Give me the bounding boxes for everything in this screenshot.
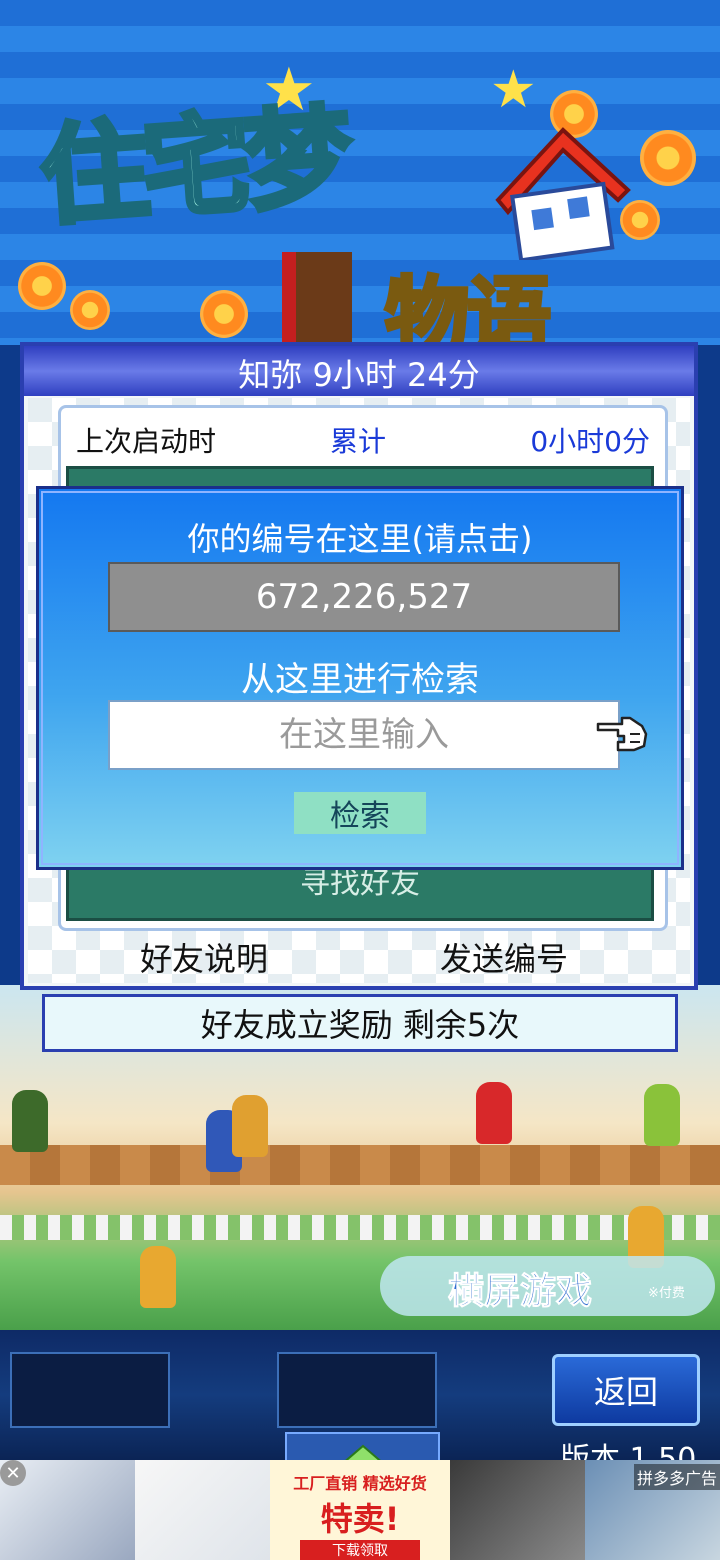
your-id-label: 你的编号在这里(请点击) <box>187 520 533 558</box>
ad-download-button[interactable]: 下载领取 <box>300 1540 420 1560</box>
search-button[interactable]: 检索 <box>294 792 426 834</box>
star-icon: ★ <box>490 60 537 120</box>
door-icon <box>282 252 352 347</box>
house-icon <box>495 127 631 260</box>
menu-slot-2[interactable] <box>277 1352 437 1428</box>
ad-headline: 工厂直销 精选好货 <box>293 1474 427 1493</box>
cumulative-label: 累计 <box>330 425 387 458</box>
last-launch-label: 上次启动时 <box>76 425 217 458</box>
flower-icon <box>70 290 110 330</box>
flower-icon <box>200 290 248 338</box>
user-id-box[interactable]: 672,226,527 <box>108 562 620 632</box>
search-input[interactable] <box>108 700 620 770</box>
cumulative-value: 0小时0分 <box>530 425 650 458</box>
resident-character <box>644 1084 680 1146</box>
game-title-logo: 住宅梦 <box>34 92 353 243</box>
dialog-title: 知弥 9小时 24分 <box>238 356 480 394</box>
ad-product-image[interactable] <box>450 1460 585 1560</box>
landscape-mode-label: 横屏游戏 <box>447 1271 593 1313</box>
friend-reward-bar: 好友成立奖励 剩余5次 <box>42 994 678 1052</box>
flower-icon <box>18 262 66 310</box>
ad-source-label: 拼多多广告 <box>634 1464 720 1490</box>
back-button[interactable]: 返回 <box>552 1354 700 1426</box>
pointing-hand-icon <box>596 716 648 752</box>
ad-product-image[interactable] <box>135 1460 270 1560</box>
resident-character <box>12 1090 48 1152</box>
ad-sale-text: 特卖! <box>320 1500 400 1538</box>
scene-floor <box>0 1145 720 1185</box>
bear-mascot <box>140 1246 176 1308</box>
menu-slot-1[interactable] <box>10 1352 170 1428</box>
friend-help-button[interactable]: 好友说明 <box>140 934 268 980</box>
scene-fence <box>0 1215 720 1240</box>
resident-character <box>476 1082 512 1144</box>
search-label: 从这里进行检索 <box>241 660 479 700</box>
bear-mascot <box>232 1095 268 1157</box>
send-id-button[interactable]: 发送编号 <box>440 934 568 980</box>
landscape-paid-note: ※付费 <box>648 1286 685 1301</box>
close-icon[interactable]: ✕ <box>0 1460 26 1486</box>
flower-icon <box>640 130 696 186</box>
